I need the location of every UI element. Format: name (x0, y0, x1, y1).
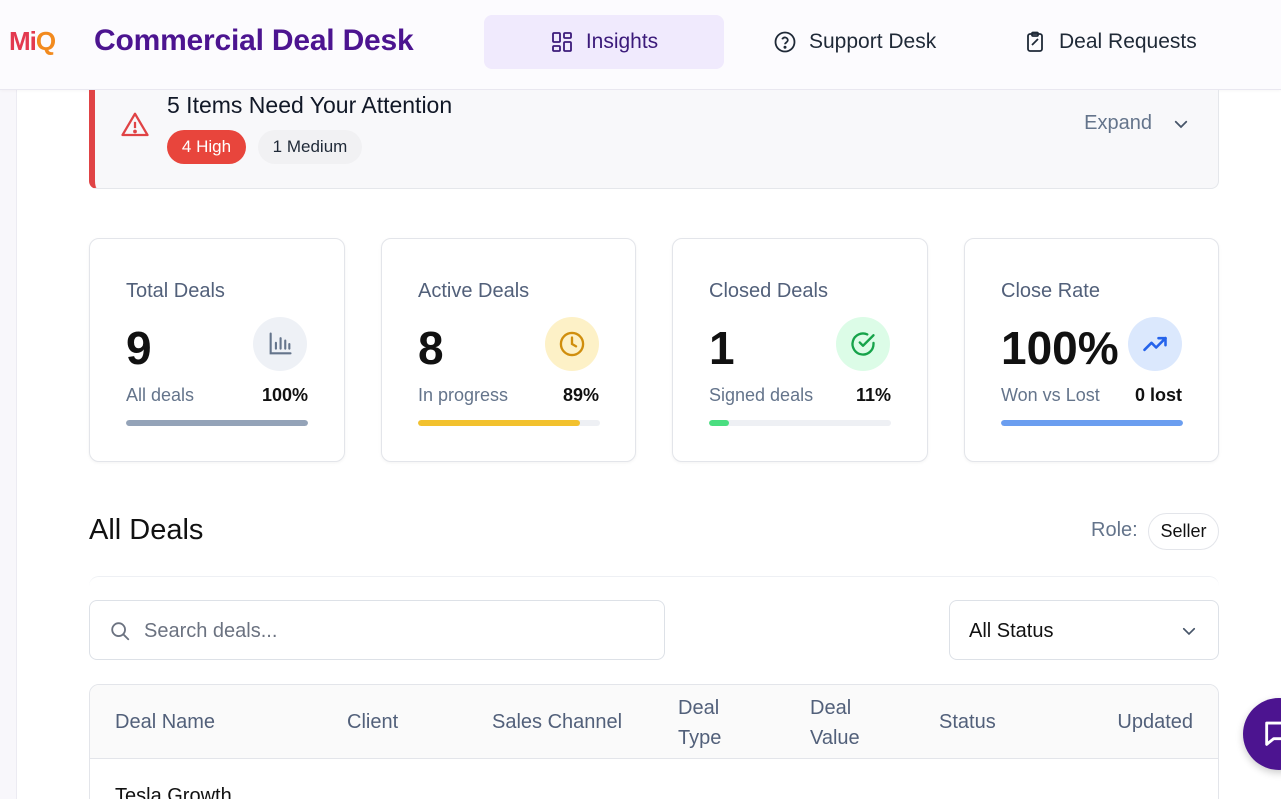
top-navigation-bar: Mi Q Commercial Deal Desk Insights Suppor… (0, 0, 1281, 90)
column-header-deal-type[interactable]: Deal Type (678, 693, 758, 753)
check-circle-icon (836, 317, 890, 371)
tab-insights-label: Insights (585, 30, 659, 53)
chevron-down-icon (1174, 120, 1188, 128)
active-deals-card: Active Deals 8 In progress 89% (381, 238, 636, 462)
table-row[interactable]: Tesla Growth (115, 785, 232, 799)
stat-label: Close Rate (1001, 280, 1100, 302)
chevron-down-icon (1182, 627, 1196, 636)
tab-deal-requests-label: Deal Requests (1059, 30, 1197, 53)
closed-deals-card: Closed Deals 1 Signed deals 11% (672, 238, 928, 462)
expand-label: Expand (1084, 112, 1152, 134)
column-header-deal-value[interactable]: Deal Value (810, 693, 890, 753)
clipboard-icon (1027, 31, 1043, 52)
stat-subtitle: Won vs Lost (1001, 385, 1100, 405)
chat-bubble-icon (1265, 721, 1281, 746)
progress-fill (126, 420, 308, 426)
app-title: Commercial Deal Desk (94, 24, 414, 57)
grid-icon (551, 32, 572, 52)
deal-name-cell[interactable]: Tesla Growth (115, 785, 232, 799)
trending-up-icon (1128, 317, 1182, 371)
search-input[interactable] (144, 615, 644, 647)
progress-track (418, 420, 600, 426)
stat-percent: 89% (562, 385, 599, 405)
status-filter-value: All Status (969, 620, 1054, 642)
column-header-client[interactable]: Client (347, 707, 398, 737)
progress-track (709, 420, 891, 426)
column-header-status[interactable]: Status (939, 707, 996, 737)
stat-label: Total Deals (126, 280, 225, 302)
column-header-sales-channel[interactable]: Sales Channel (492, 707, 622, 737)
progress-track (126, 420, 308, 426)
close-rate-card: Close Rate 100% Won vs Lost 0 lost (964, 238, 1219, 462)
stat-value: 1 (709, 322, 735, 374)
high-priority-badge: 4 High (167, 130, 246, 164)
role-selector[interactable]: Seller (1148, 513, 1219, 550)
expand-button[interactable]: Expand (1084, 112, 1190, 135)
stat-percent: 100% (261, 385, 308, 405)
stat-subtitle: All deals (126, 385, 195, 405)
status-filter-select[interactable]: All Status (949, 600, 1219, 660)
attention-panel: 5 Items Need Your Attention 4 High 1 Med… (89, 90, 1219, 189)
progress-fill (418, 420, 580, 426)
search-icon (111, 622, 130, 641)
stat-subtitle: Signed deals (709, 385, 814, 405)
stat-value: 9 (126, 322, 152, 374)
attention-title: 5 Items Need Your Attention (167, 92, 453, 118)
tab-support-desk[interactable]: Support Desk (773, 15, 936, 69)
progress-fill (709, 420, 730, 426)
chat-button[interactable] (1243, 698, 1281, 770)
total-deals-card: Total Deals 9 All deals 100% (89, 238, 345, 462)
role-label: Role: (1091, 519, 1138, 541)
medium-priority-badge: 1 Medium (258, 130, 362, 164)
stat-label: Active Deals (418, 280, 530, 302)
all-deals-title: All Deals (89, 514, 204, 546)
left-rail (0, 90, 17, 799)
stat-value: 8 (418, 322, 444, 374)
warning-triangle-icon (121, 112, 149, 137)
stat-percent: 11% (855, 385, 891, 405)
table-header: Deal Name Client Sales Channel Deal Type… (90, 685, 1218, 759)
tab-support-desk-label: Support Desk (809, 30, 937, 53)
help-circle-icon (774, 31, 796, 53)
stat-label: Closed Deals (709, 280, 828, 302)
bar-chart-icon (253, 317, 307, 371)
miq-logo[interactable]: Mi Q (9, 26, 56, 56)
deals-table: Deal Name Client Sales Channel Deal Type… (89, 684, 1219, 799)
clock-icon (545, 317, 599, 371)
progress-track (1001, 420, 1183, 426)
tab-deal-requests[interactable]: Deal Requests (1023, 15, 1197, 69)
stat-percent: 0 lost (1134, 385, 1182, 405)
progress-fill (1001, 420, 1183, 426)
search-box[interactable] (89, 600, 665, 660)
column-header-updated[interactable]: Updated (1117, 707, 1193, 737)
tab-insights[interactable]: Insights (484, 15, 724, 69)
stat-value: 100% (1001, 322, 1119, 374)
stat-subtitle: In progress (418, 385, 509, 405)
column-header-deal-name[interactable]: Deal Name (115, 707, 215, 737)
